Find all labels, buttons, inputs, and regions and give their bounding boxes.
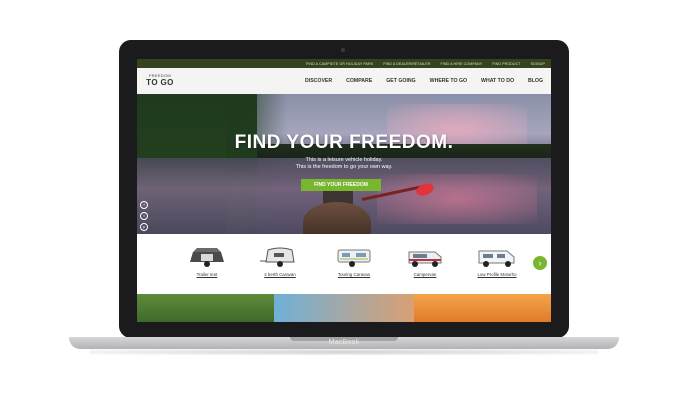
campervan-icon	[408, 251, 442, 267]
pinterest-icon[interactable]: p	[140, 223, 148, 231]
feature-tile-forest[interactable]	[137, 294, 274, 322]
hero-subtitle-1: This is a leisure vehicle holiday.	[305, 157, 383, 163]
social-links: f t p g+ ▶	[140, 201, 148, 234]
vehicle-item-touring-caravan[interactable]: Touring Caravan	[324, 246, 384, 290]
laptop-shadow	[90, 349, 598, 355]
logo-main-text: TO GO	[146, 78, 174, 87]
vehicle-item-2-berth-caravan[interactable]: 2 berth Caravan	[250, 246, 310, 290]
vehicle-label: Touring Caravan	[337, 272, 371, 277]
nav-item-what-to-do[interactable]: WHAT TO DO	[481, 78, 514, 84]
nav-item-compare[interactable]: COMPARE	[346, 78, 372, 84]
twitter-icon[interactable]: t	[140, 212, 148, 220]
hero-water-glow	[377, 174, 537, 224]
utility-link-dealer[interactable]: FIND A DEALER/RETAILER	[383, 62, 430, 66]
laptop-brand-label: MacBook	[328, 339, 360, 346]
feature-tiles	[137, 294, 551, 322]
feature-tile-sunset[interactable]	[414, 294, 551, 322]
website-screen: FIND A CAMPSITE OR HOLIDAY PARK FIND A D…	[137, 59, 551, 322]
main-header: FREEDOM TO GO DISCOVER COMPARE GET GOING…	[137, 68, 551, 94]
vehicle-item-trailer-tent[interactable]: Trailer tent	[177, 246, 237, 290]
feature-tile-family[interactable]	[274, 294, 414, 322]
utility-link-product[interactable]: FIND PRODUCT	[492, 62, 520, 66]
nav-item-discover[interactable]: DISCOVER	[305, 78, 332, 84]
hero-banner: FIND YOUR FREEDOM. This is a leisure veh…	[137, 94, 551, 234]
utility-link-signup[interactable]: SIGNUP	[531, 62, 545, 66]
find-your-freedom-button[interactable]: FIND YOUR FREEDOM	[301, 179, 381, 191]
site-logo[interactable]: FREEDOM TO GO	[143, 73, 177, 89]
camera	[341, 48, 345, 52]
hero-subtitle-2: This is the freedom to go your own way.	[295, 164, 393, 170]
nav-item-get-going[interactable]: GET GOING	[386, 78, 415, 84]
vehicle-label: 2 berth Caravan	[264, 272, 296, 277]
vehicle-carousel: Trailer tent 2 berth Caravan Touring Car…	[137, 234, 551, 294]
vehicle-item-low-profile-motorhome[interactable]: Low Profile Motorho	[467, 246, 527, 290]
facebook-icon[interactable]: f	[140, 201, 148, 209]
vehicle-label: Campervan	[413, 272, 437, 277]
utility-link-campsite[interactable]: FIND A CAMPSITE OR HOLIDAY PARK	[306, 62, 373, 66]
motorhome-icon	[478, 250, 515, 267]
nav-item-blog[interactable]: BLOG	[528, 78, 543, 84]
carousel-next-button[interactable]: ›	[533, 256, 547, 270]
vehicle-item-campervan[interactable]: Campervan	[395, 246, 455, 290]
utility-link-hire[interactable]: FIND A HIRE COMPANY	[440, 62, 482, 66]
nav-item-where-to-go[interactable]: WHERE TO GO	[430, 78, 467, 84]
utility-bar: FIND A CAMPSITE OR HOLIDAY PARK FIND A D…	[137, 59, 551, 68]
canoe	[303, 202, 371, 234]
main-nav: DISCOVER COMPARE GET GOING WHERE TO GO W…	[305, 68, 543, 94]
trailer-tent-icon	[190, 248, 224, 267]
vehicle-label: Low Profile Motorho	[477, 272, 517, 277]
touring-caravan-icon	[337, 249, 371, 267]
caravan-small-icon	[260, 247, 295, 267]
vehicle-label: Trailer tent	[196, 272, 218, 277]
hero-title: FIND YOUR FREEDOM.	[234, 132, 454, 153]
chevron-right-icon: ›	[538, 258, 542, 268]
